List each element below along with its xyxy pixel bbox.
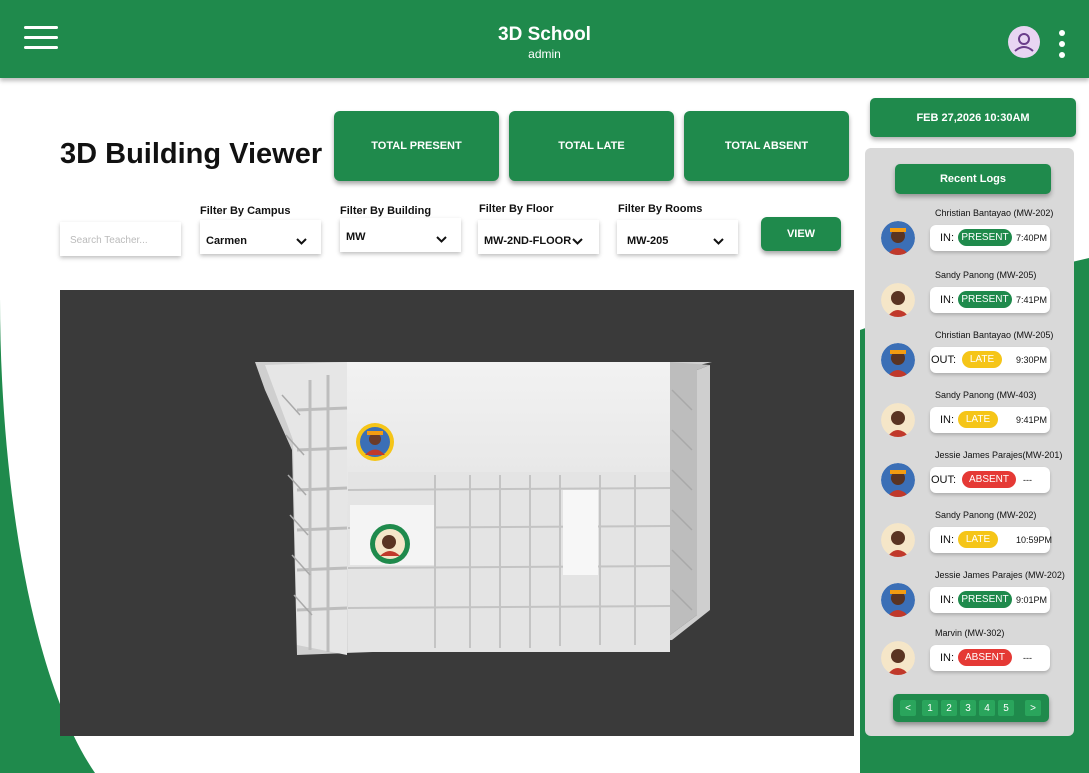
log-name: Sandy Panong (MW-403) [935,390,1037,400]
log-status-pill: IN: LATE 10:59PM [930,527,1053,553]
rooms-select[interactable]: MW-205 [617,220,738,254]
building-select[interactable]: MW [340,218,461,252]
status-badge: PRESENT [958,229,1012,246]
campus-select-value: Carmen [206,235,247,247]
pager-page-5[interactable]: 5 [998,700,1014,716]
log-direction: IN: [940,652,955,664]
pager-page-1[interactable]: 1 [922,700,938,716]
log-status-pill: OUT: ABSENT --- [930,467,1050,493]
pager-prev[interactable]: < [900,700,916,716]
log-name: Sandy Panong (MW-202) [935,510,1037,520]
search-input[interactable] [68,224,182,256]
person-avatar-icon [881,343,915,377]
app-title: 3D School [498,24,591,45]
chevron-down-icon [296,238,307,245]
campus-filter-label: Filter By Campus [200,205,291,217]
datetime-display: FEB 27,2026 10:30AM [870,98,1076,137]
recent-logs-title: Recent Logs [895,164,1051,194]
log-time: --- [1023,653,1032,663]
rooms-filter-label: Filter By Rooms [618,203,703,215]
log-status-pill: IN: PRESENT 7:41PM [930,287,1050,313]
search-field[interactable] [60,222,182,256]
log-item[interactable]: Christian Bantayao (MW-205) OUT: LATE 9:30P… [865,330,1074,390]
log-item[interactable]: Sandy Panong (MW-403) IN: LATE 9:41PM [865,390,1074,450]
person-avatar-icon [881,221,915,255]
log-direction: IN: [940,294,955,306]
log-item[interactable]: Sandy Panong (MW-202) IN: LATE 10:59PM [865,510,1074,570]
log-time: 7:41PM [1016,295,1048,305]
person-marker-green[interactable] [370,524,410,564]
log-name: Jessie James Parajes(MW-201) [935,450,1063,460]
log-name: Marvin (MW-302) [935,628,1005,638]
stat-total-late[interactable]: TOTAL LATE [509,111,674,181]
log-direction: IN: [940,534,955,546]
building-filter-label: Filter By Building [340,205,432,217]
pager-page-3[interactable]: 3 [960,700,976,716]
log-name: Sandy Panong (MW-205) [935,270,1037,280]
log-time: 9:01PM [1016,595,1048,605]
floor-select-value: MW-2ND-FLOOR [484,235,572,247]
person-avatar-icon [881,463,915,497]
person-marker-yellow[interactable] [356,423,394,461]
pagination: < 1 2 3 4 5 > [893,694,1049,722]
3d-building-viewer[interactable] [60,290,854,736]
status-badge: LATE [958,411,998,428]
stat-total-absent[interactable]: TOTAL ABSENT [684,111,849,181]
app-subtitle: admin [528,47,561,61]
kebab-menu-icon[interactable] [1058,30,1066,58]
status-badge: LATE [962,351,1002,368]
log-item[interactable]: Jessie James Parajes(MW-201) OUT: ABSENT --… [865,450,1074,510]
log-name: Christian Bantayao (MW-202) [935,208,1054,218]
status-badge: ABSENT [962,471,1016,488]
log-status-pill: IN: PRESENT 7:40PM [930,225,1050,251]
log-status-pill: IN: ABSENT --- [930,645,1050,671]
log-time: --- [1023,475,1032,485]
chevron-down-icon [713,238,724,245]
person-avatar-icon [881,583,915,617]
person-avatar-icon [881,523,915,557]
user-avatar-icon[interactable] [1008,26,1040,58]
pager-page-2[interactable]: 2 [941,700,957,716]
log-direction: IN: [940,594,955,606]
log-time: 9:30PM [1016,355,1048,365]
log-time: 7:40PM [1016,233,1048,243]
log-direction: IN: [940,232,955,244]
log-direction: OUT: [931,354,957,366]
floor-filter-label: Filter By Floor [479,203,554,215]
page-title: 3D Building Viewer [60,138,323,170]
log-item[interactable]: Jessie James Parajes (MW-202) IN: PRESENT 9… [865,570,1074,630]
log-status-pill: OUT: LATE 9:30PM [930,347,1050,373]
log-direction: IN: [940,414,955,426]
log-item[interactable]: Sandy Panong (MW-205) IN: PRESENT 7:41PM [865,270,1074,330]
log-name: Jessie James Parajes (MW-202) [935,570,1065,580]
chevron-down-icon [572,238,583,245]
log-status-pill: IN: LATE 9:41PM [930,407,1050,433]
stat-total-present[interactable]: TOTAL PRESENT [334,111,499,181]
log-item[interactable]: Marvin (MW-302) IN: ABSENT --- [865,628,1074,688]
campus-select[interactable]: Carmen [200,220,321,254]
building-model [255,362,712,655]
top-bar: 3D School admin [0,0,1089,78]
building-select-value: MW [346,231,366,243]
log-time: 10:59PM [1016,535,1053,545]
log-item[interactable]: Christian Bantayao (MW-202) IN: PRESENT 7:4… [865,208,1074,268]
log-name: Christian Bantayao (MW-205) [935,330,1054,340]
status-badge: LATE [958,531,998,548]
status-badge: PRESENT [958,291,1012,308]
person-avatar-icon [881,283,915,317]
pager-page-4[interactable]: 4 [979,700,995,716]
status-badge: ABSENT [958,649,1012,666]
rooms-select-value: MW-205 [627,235,669,247]
status-badge: PRESENT [958,591,1012,608]
log-status-pill: IN: PRESENT 9:01PM [930,587,1050,613]
chevron-down-icon [436,236,447,243]
person-avatar-icon [881,403,915,437]
pager-next[interactable]: > [1025,700,1041,716]
floor-select[interactable]: MW-2ND-FLOOR [478,220,599,254]
view-button[interactable]: VIEW [761,217,841,251]
recent-logs-panel: Recent Logs Christian Bantayao (MW-202) I… [865,148,1074,736]
person-avatar-icon [881,641,915,675]
log-direction: OUT: [931,474,957,486]
log-time: 9:41PM [1016,415,1048,425]
